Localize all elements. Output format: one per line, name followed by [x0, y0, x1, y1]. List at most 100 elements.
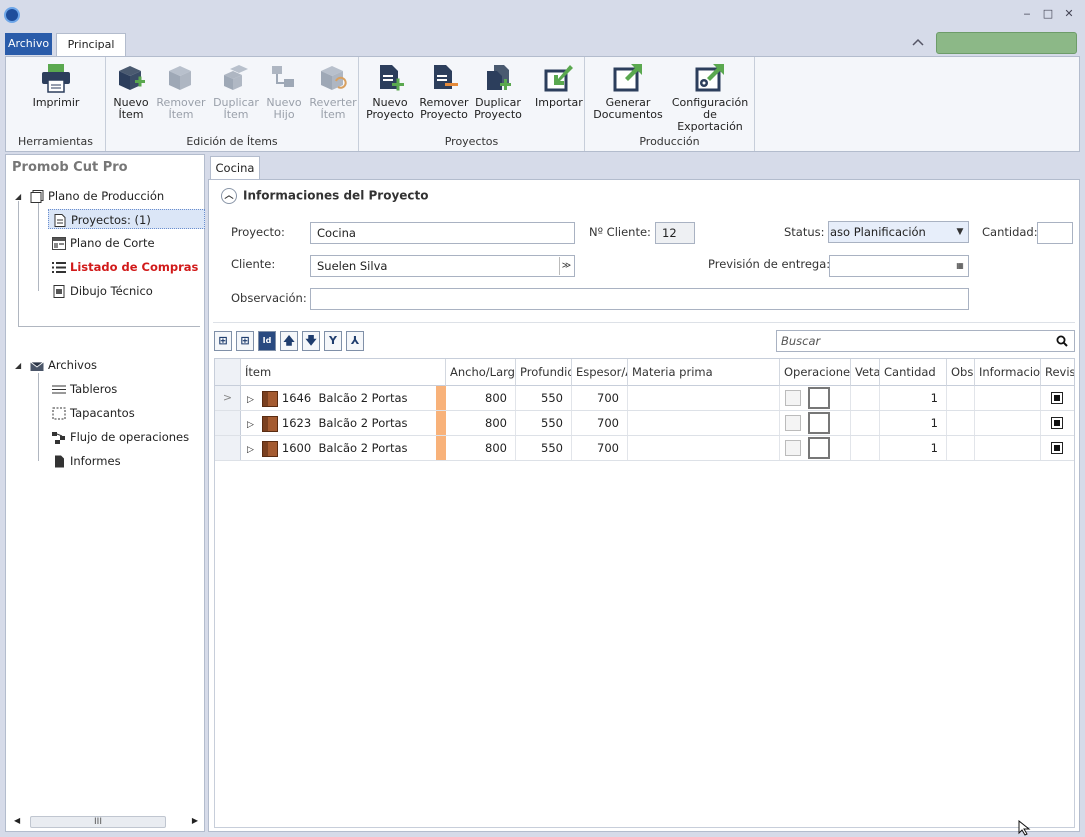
- expand-icon[interactable]: ≫: [559, 257, 573, 275]
- materia-cell[interactable]: [628, 411, 780, 435]
- col-header-obs[interactable]: Obs: [947, 359, 975, 386]
- expand-all-icon[interactable]: ⊞: [214, 331, 232, 351]
- revision-checkbox[interactable]: [1051, 442, 1063, 454]
- generar-documentos-button[interactable]: Generar Documentos: [593, 63, 663, 121]
- search-icon[interactable]: [1056, 333, 1068, 353]
- materia-cell[interactable]: [628, 436, 780, 460]
- ancho-cell[interactable]: 800: [446, 436, 516, 460]
- tab-cocina[interactable]: Cocina: [210, 156, 260, 180]
- cantidad-input[interactable]: [1037, 222, 1073, 244]
- cantidad-cell[interactable]: 1: [880, 436, 947, 460]
- veta-cell[interactable]: [851, 436, 880, 460]
- revision-cell[interactable]: [1041, 436, 1074, 460]
- operaciones-cell[interactable]: [780, 386, 851, 410]
- revision-cell[interactable]: [1041, 411, 1074, 435]
- col-header-materia[interactable]: Materia prima: [628, 359, 780, 386]
- scroll-right-icon[interactable]: ▶: [192, 816, 198, 825]
- expand-row-icon[interactable]: ▷: [247, 445, 254, 455]
- col-header-cantidad[interactable]: Cantidad: [880, 359, 947, 386]
- minimize-button[interactable]: ‒: [1020, 7, 1034, 21]
- col-header-item[interactable]: Ítem: [241, 359, 446, 386]
- row-selector-icon[interactable]: [215, 436, 241, 460]
- table-row[interactable]: ▷ 1600 Balcão 2 Portas 800 550 700 1: [215, 436, 1074, 461]
- revertir-item-button[interactable]: Reverter Ítem: [309, 63, 357, 121]
- close-button[interactable]: ✕: [1062, 7, 1076, 21]
- tree-tapacantos[interactable]: Tapacantos: [52, 403, 135, 423]
- obs-cell[interactable]: [947, 386, 975, 410]
- status-select[interactable]: aso Planificación ▼: [828, 221, 969, 243]
- ancho-cell[interactable]: 800: [446, 411, 516, 435]
- col-header-veta[interactable]: Veta: [851, 359, 880, 386]
- item-cell[interactable]: ▷ 1600 Balcão 2 Portas: [241, 436, 446, 460]
- col-header-espesor[interactable]: Espesor/Altura: [572, 359, 628, 386]
- scroll-thumb[interactable]: III: [30, 816, 166, 828]
- tree-archivos[interactable]: Archivos: [30, 355, 97, 375]
- merge-icon[interactable]: Y: [324, 331, 342, 351]
- obs-cell[interactable]: [947, 436, 975, 460]
- item-cell[interactable]: ▷ 1623 Balcão 2 Portas: [241, 411, 446, 435]
- nuevo-item-button[interactable]: Nuevo Ítem: [111, 63, 151, 121]
- materia-cell[interactable]: [628, 386, 780, 410]
- importar-button[interactable]: Importar: [535, 63, 583, 109]
- tree-plano-corte[interactable]: Plano de Corte: [52, 233, 155, 253]
- cantidad-cell[interactable]: 1: [880, 411, 947, 435]
- col-header-informaciones[interactable]: Informaciones: [975, 359, 1041, 386]
- observacion-input[interactable]: [310, 288, 969, 310]
- revision-cell[interactable]: [1041, 386, 1074, 410]
- ancho-cell[interactable]: 800: [446, 386, 516, 410]
- espesor-cell[interactable]: 700: [572, 411, 628, 435]
- tree-flujo-operaciones[interactable]: Flujo de operaciones: [52, 427, 189, 447]
- col-header-ancho[interactable]: Ancho/Largo: [446, 359, 516, 386]
- tab-archivo[interactable]: Archivo: [5, 33, 52, 55]
- profundidad-cell[interactable]: 550: [516, 411, 572, 435]
- col-header-revision[interactable]: Revisión: [1041, 359, 1074, 386]
- table-row[interactable]: ▷ 1623 Balcão 2 Portas 800 550 700 1: [215, 411, 1074, 436]
- maximize-button[interactable]: □: [1041, 7, 1055, 21]
- espesor-cell[interactable]: 700: [572, 436, 628, 460]
- operaciones-cell[interactable]: [780, 436, 851, 460]
- veta-cell[interactable]: [851, 411, 880, 435]
- espesor-cell[interactable]: 700: [572, 386, 628, 410]
- veta-cell[interactable]: [851, 386, 880, 410]
- remover-item-button[interactable]: Remover Ítem: [155, 63, 207, 121]
- collapse-plano-icon[interactable]: ◢: [15, 192, 21, 201]
- remover-proyecto-button[interactable]: Remover Proyecto: [419, 63, 469, 121]
- move-up-icon[interactable]: 🡅: [280, 331, 298, 351]
- add-row-icon[interactable]: ⊞: [236, 331, 254, 351]
- cantidad-cell[interactable]: 1: [880, 386, 947, 410]
- expand-row-icon[interactable]: ▷: [247, 420, 254, 430]
- scroll-left-icon[interactable]: ◀: [14, 816, 20, 825]
- tree-dibujo-tecnico[interactable]: Dibujo Técnico: [52, 281, 153, 301]
- tree-proyectos[interactable]: Proyectos: (1): [48, 209, 205, 229]
- tree-tableros[interactable]: Tableros: [52, 379, 117, 399]
- nuevo-hijo-button[interactable]: Nuevo Hijo: [263, 63, 305, 121]
- tree-informes[interactable]: Informes: [52, 451, 121, 471]
- tab-principal[interactable]: Principal: [56, 33, 126, 56]
- revision-checkbox[interactable]: [1051, 417, 1063, 429]
- profundidad-cell[interactable]: 550: [516, 386, 572, 410]
- item-cell[interactable]: ▷ 1646 Balcão 2 Portas: [241, 386, 446, 410]
- duplicar-item-button[interactable]: Duplicar Ítem: [211, 63, 261, 121]
- collapse-archivos-icon[interactable]: ◢: [15, 361, 21, 370]
- informaciones-cell[interactable]: [975, 436, 1041, 460]
- row-selector-icon[interactable]: >: [215, 386, 241, 410]
- configuracion-exportacion-button[interactable]: Configuración de Exportación: [669, 63, 751, 133]
- split-icon[interactable]: ⅄: [346, 331, 364, 351]
- row-selector-icon[interactable]: [215, 411, 241, 435]
- informaciones-cell[interactable]: [975, 411, 1041, 435]
- imprimir-button[interactable]: Imprimir: [28, 63, 84, 109]
- tree-plano-produccion[interactable]: Plano de Producción: [30, 186, 164, 206]
- collapse-section-icon[interactable]: ︿: [221, 188, 237, 204]
- search-input[interactable]: Buscar: [776, 330, 1075, 352]
- duplicar-proyecto-button[interactable]: Duplicar Proyecto: [473, 63, 523, 121]
- cliente-select[interactable]: Suelen Silva ≫: [310, 255, 575, 277]
- calendar-icon[interactable]: ▦: [953, 257, 967, 275]
- revision-checkbox[interactable]: [1051, 392, 1063, 404]
- prevision-date-input[interactable]: ▦: [829, 255, 969, 277]
- col-header-profundidad[interactable]: Profundidad: [516, 359, 572, 386]
- expand-row-icon[interactable]: ▷: [247, 395, 254, 405]
- move-down-icon[interactable]: 🡇: [302, 331, 320, 351]
- obs-cell[interactable]: [947, 411, 975, 435]
- project-info-header[interactable]: ︿ Informaciones del Proyecto: [221, 188, 429, 204]
- horizontal-scrollbar[interactable]: ◀ III ▶: [12, 815, 200, 829]
